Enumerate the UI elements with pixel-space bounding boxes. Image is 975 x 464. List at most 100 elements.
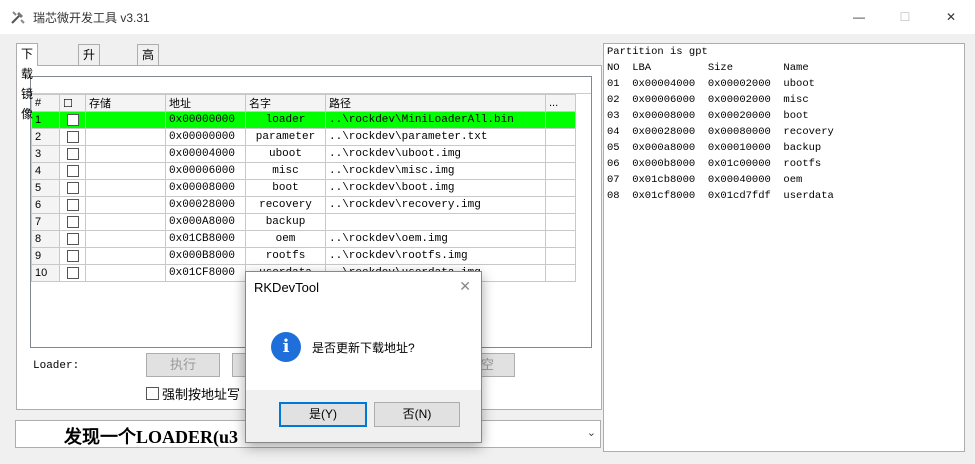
- table-row[interactable]: 8 0x01CB8000 oem ..\rockdev\oem.img: [31, 230, 576, 248]
- row-select-checkbox[interactable]: [66, 148, 79, 161]
- maximize-button[interactable]: ☐: [882, 0, 928, 34]
- row-path[interactable]: ..\rockdev\boot.img: [325, 179, 546, 197]
- row-more[interactable]: [545, 264, 576, 282]
- row-select-checkbox[interactable]: [66, 199, 79, 212]
- row-name[interactable]: parameter: [245, 128, 326, 146]
- row-index[interactable]: 9: [31, 247, 60, 265]
- row-index[interactable]: 8: [31, 230, 60, 248]
- row-checkbox[interactable]: [59, 145, 86, 163]
- row-storage[interactable]: [85, 162, 166, 180]
- row-more[interactable]: [545, 162, 576, 180]
- row-select-checkbox[interactable]: [66, 250, 79, 263]
- row-select-checkbox[interactable]: [66, 182, 79, 195]
- table-row[interactable]: 6 0x00028000 recovery ..\rockdev\recovery.i…: [31, 196, 576, 214]
- row-path[interactable]: ..\rockdev\misc.img: [325, 162, 546, 180]
- row-storage[interactable]: [85, 196, 166, 214]
- row-checkbox[interactable]: [59, 179, 86, 197]
- row-more[interactable]: [545, 145, 576, 163]
- row-name[interactable]: boot: [245, 179, 326, 197]
- col-header-select-all[interactable]: ☐: [59, 94, 86, 112]
- col-header-more[interactable]: ...: [545, 94, 576, 112]
- tab-upgrade-firmware[interactable]: 升级固件: [78, 44, 101, 122]
- row-storage[interactable]: [85, 179, 166, 197]
- row-select-checkbox[interactable]: [66, 114, 79, 127]
- row-select-checkbox[interactable]: [66, 267, 79, 280]
- table-row[interactable]: 5 0x00008000 boot ..\rockdev\boot.img: [31, 179, 576, 197]
- row-more[interactable]: [545, 247, 576, 265]
- minimize-button[interactable]: —: [836, 0, 882, 34]
- row-path[interactable]: ..\rockdev\recovery.img: [325, 196, 546, 214]
- row-address[interactable]: 0x00000000: [165, 128, 246, 146]
- row-index[interactable]: 7: [31, 213, 60, 231]
- row-select-checkbox[interactable]: [66, 233, 79, 246]
- row-checkbox[interactable]: [59, 213, 86, 231]
- yes-button[interactable]: 是(Y): [279, 402, 367, 427]
- row-storage[interactable]: [85, 111, 166, 129]
- row-more[interactable]: [545, 128, 576, 146]
- table-row[interactable]: 3 0x00004000 uboot ..\rockdev\uboot.img: [31, 145, 576, 163]
- row-checkbox[interactable]: [59, 247, 86, 265]
- row-address[interactable]: 0x01CF8000: [165, 264, 246, 282]
- row-name[interactable]: recovery: [245, 196, 326, 214]
- table-row[interactable]: 9 0x000B8000 rootfs ..\rockdev\rootfs.img: [31, 247, 576, 265]
- row-path[interactable]: ..\rockdev\rootfs.img: [325, 247, 546, 265]
- row-path[interactable]: ..\rockdev\oem.img: [325, 230, 546, 248]
- table-row[interactable]: 1 0x00000000 loader ..\rockdev\MiniLoaderAl…: [31, 111, 576, 129]
- row-checkbox[interactable]: [59, 111, 86, 129]
- row-more[interactable]: [545, 179, 576, 197]
- row-address[interactable]: 0x00008000: [165, 179, 246, 197]
- row-name[interactable]: misc: [245, 162, 326, 180]
- row-storage[interactable]: [85, 230, 166, 248]
- row-select-checkbox[interactable]: [66, 216, 79, 229]
- row-path[interactable]: ..\rockdev\parameter.txt: [325, 128, 546, 146]
- row-checkbox[interactable]: [59, 264, 86, 282]
- table-row[interactable]: 7 0x000A8000 backup: [31, 213, 576, 231]
- table-row[interactable]: 2 0x00000000 parameter ..\rockdev\parameter…: [31, 128, 576, 146]
- row-checkbox[interactable]: [59, 162, 86, 180]
- row-index[interactable]: 10: [31, 264, 60, 282]
- row-name[interactable]: oem: [245, 230, 326, 248]
- tab-download-image[interactable]: 下载镜像: [16, 43, 39, 121]
- row-more[interactable]: [545, 196, 576, 214]
- row-select-checkbox[interactable]: [66, 165, 79, 178]
- row-index[interactable]: 3: [31, 145, 60, 163]
- row-address[interactable]: 0x00006000: [165, 162, 246, 180]
- row-address[interactable]: 0x000B8000: [165, 247, 246, 265]
- row-storage[interactable]: [85, 247, 166, 265]
- chevron-down-icon[interactable]: ⌄: [587, 426, 596, 439]
- row-address[interactable]: 0x00004000: [165, 145, 246, 163]
- tab-advanced[interactable]: 高级功能: [137, 44, 160, 122]
- row-path[interactable]: ..\rockdev\MiniLoaderAll.bin: [325, 111, 546, 129]
- row-index[interactable]: 2: [31, 128, 60, 146]
- row-storage[interactable]: [85, 145, 166, 163]
- row-checkbox[interactable]: [59, 128, 86, 146]
- row-name[interactable]: rootfs: [245, 247, 326, 265]
- row-more[interactable]: [545, 213, 576, 231]
- clear-button[interactable]: 空: [480, 353, 515, 377]
- row-storage[interactable]: [85, 128, 166, 146]
- row-checkbox[interactable]: [59, 230, 86, 248]
- dialog-close-icon[interactable]: ✕: [459, 278, 471, 295]
- row-checkbox[interactable]: [59, 196, 86, 214]
- force-write-option[interactable]: 强制按地址写: [146, 384, 240, 403]
- force-write-checkbox[interactable]: [146, 387, 159, 400]
- row-select-checkbox[interactable]: [66, 131, 79, 144]
- row-more[interactable]: [545, 111, 576, 129]
- row-index[interactable]: 5: [31, 179, 60, 197]
- row-path[interactable]: ..\rockdev\uboot.img: [325, 145, 546, 163]
- row-address[interactable]: 0x00000000: [165, 111, 246, 129]
- row-path[interactable]: [325, 213, 546, 231]
- table-row[interactable]: 4 0x00006000 misc ..\rockdev\misc.img: [31, 162, 576, 180]
- no-button[interactable]: 否(N): [374, 402, 460, 427]
- row-storage[interactable]: [85, 264, 166, 282]
- row-address[interactable]: 0x000A8000: [165, 213, 246, 231]
- run-button[interactable]: 执行: [146, 353, 220, 377]
- close-button[interactable]: ✕: [928, 0, 974, 34]
- row-index[interactable]: 1: [31, 111, 60, 129]
- row-name[interactable]: backup: [245, 213, 326, 231]
- row-address[interactable]: 0x01CB8000: [165, 230, 246, 248]
- row-name[interactable]: loader: [245, 111, 326, 129]
- row-more[interactable]: [545, 230, 576, 248]
- row-index[interactable]: 6: [31, 196, 60, 214]
- row-name[interactable]: uboot: [245, 145, 326, 163]
